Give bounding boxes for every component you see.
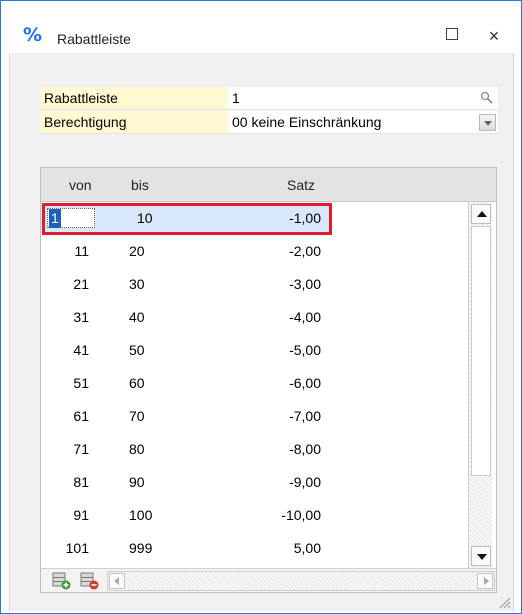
close-icon: ×	[488, 26, 500, 46]
table-row[interactable]: 41 50 -5,00	[41, 334, 467, 367]
rabattleiste-field[interactable]: 1	[228, 87, 498, 110]
cell-von[interactable]: 31	[41, 301, 89, 334]
horizontal-scrollbar[interactable]	[107, 571, 495, 591]
berechtigung-select[interactable]: 00 keine Einschränkung	[228, 111, 498, 134]
cell-bis[interactable]: 40	[129, 301, 189, 334]
cell-satz[interactable]: -9,00	[241, 466, 321, 499]
table-row[interactable]: 61 70 -7,00	[41, 400, 467, 433]
arrow-right-icon	[484, 577, 489, 585]
scroll-thumb[interactable]	[471, 226, 491, 476]
cell-von[interactable]: 91	[41, 499, 89, 532]
rabatt-grid: von bis Satz 1 10 -1,00 11 20 -2,00 21 3…	[40, 167, 497, 593]
cell-von[interactable]: 81	[41, 466, 89, 499]
table-row[interactable]: 31 40 -4,00	[41, 301, 467, 334]
berechtigung-value: 00 keine Einschränkung	[232, 114, 382, 130]
cell-von[interactable]: 11	[41, 235, 89, 268]
magnifier-icon[interactable]	[480, 91, 494, 105]
scroll-left-button[interactable]	[109, 573, 125, 589]
table-row[interactable]: 11 20 -2,00	[41, 235, 467, 268]
add-row-icon[interactable]	[51, 571, 73, 591]
von-edit-field[interactable]: 1	[47, 208, 95, 228]
cell-satz[interactable]: 0,00	[241, 558, 321, 568]
scroll-right-button[interactable]	[477, 573, 493, 589]
cell-bis[interactable]: 0	[129, 558, 189, 568]
cell-satz[interactable]: -8,00	[241, 433, 321, 466]
cell-bis[interactable]: 90	[129, 466, 189, 499]
title-bar[interactable]: % Rabattleiste ×	[1, 1, 521, 53]
table-row[interactable]: 21 30 -3,00	[41, 268, 467, 301]
scroll-up-button[interactable]	[471, 204, 491, 224]
cell-satz[interactable]: -7,00	[241, 400, 321, 433]
berechtigung-dropdown-button[interactable]	[479, 114, 496, 131]
cell-satz[interactable]: -1,00	[241, 202, 321, 235]
arrow-up-icon	[477, 211, 487, 217]
cell-satz[interactable]: -6,00	[241, 367, 321, 400]
window-title: Rabattleiste	[57, 31, 131, 47]
cell-von[interactable]: 0	[41, 558, 89, 568]
column-header-bis[interactable]: bis	[131, 168, 149, 202]
window-client-area: Rabattleiste 1 Berechtigung 00 keine Ein…	[9, 53, 514, 611]
table-row[interactable]: 71 80 -8,00	[41, 433, 467, 466]
grid-footer-toolbar	[41, 568, 496, 592]
rabattleiste-window: % Rabattleiste × Rabattleiste 1 Berechti…	[0, 0, 522, 614]
cell-von[interactable]: 51	[41, 367, 89, 400]
resize-grip-icon[interactable]	[497, 595, 511, 609]
cell-von[interactable]: 61	[41, 400, 89, 433]
vertical-scrollbar[interactable]	[468, 202, 492, 568]
cell-bis[interactable]: 100	[129, 499, 189, 532]
cell-bis[interactable]: 80	[129, 433, 189, 466]
berechtigung-label: Berechtigung	[40, 111, 228, 134]
table-row[interactable]: 91 100 -10,00	[41, 499, 467, 532]
maximize-button[interactable]	[437, 23, 467, 49]
grid-rows: 1 10 -1,00 11 20 -2,00 21 30 -3,00 31 40…	[41, 202, 467, 568]
cell-satz[interactable]: -5,00	[241, 334, 321, 367]
close-button[interactable]: ×	[479, 23, 509, 49]
table-row[interactable]: 1 10 -1,00	[41, 202, 467, 235]
table-row[interactable]: 51 60 -6,00	[41, 367, 467, 400]
delete-row-icon[interactable]	[79, 571, 101, 591]
cell-bis[interactable]: 30	[129, 268, 189, 301]
cell-von[interactable]: 21	[41, 268, 89, 301]
table-row[interactable]: 81 90 -9,00	[41, 466, 467, 499]
rabattleiste-value: 1	[232, 90, 240, 106]
column-header-satz[interactable]: Satz	[287, 168, 315, 202]
cell-satz[interactable]: -4,00	[241, 301, 321, 334]
von-edit-value: 1	[49, 209, 61, 228]
percent-icon: %	[23, 24, 42, 46]
maximize-icon	[446, 28, 458, 41]
cell-von[interactable]: 41	[41, 334, 89, 367]
cell-bis[interactable]: 60	[129, 367, 189, 400]
arrow-left-icon	[114, 577, 119, 585]
cell-satz[interactable]: -2,00	[241, 235, 321, 268]
cell-satz[interactable]: -3,00	[241, 268, 321, 301]
scroll-down-button[interactable]	[471, 546, 491, 566]
cell-satz[interactable]: -10,00	[241, 499, 321, 532]
rabattleiste-label: Rabattleiste	[40, 87, 228, 110]
arrow-down-icon	[477, 554, 487, 560]
cell-von[interactable]: 71	[41, 433, 89, 466]
column-header-von[interactable]: von	[69, 168, 92, 202]
cell-bis[interactable]: 20	[129, 235, 189, 268]
chevron-down-icon	[484, 121, 492, 126]
table-row-partial[interactable]: 0 0 0,00	[41, 558, 467, 568]
cell-bis[interactable]: 50	[129, 334, 189, 367]
cell-bis[interactable]: 70	[129, 400, 189, 433]
grid-header: von bis Satz	[41, 168, 496, 202]
cell-bis[interactable]: 10	[137, 202, 197, 235]
